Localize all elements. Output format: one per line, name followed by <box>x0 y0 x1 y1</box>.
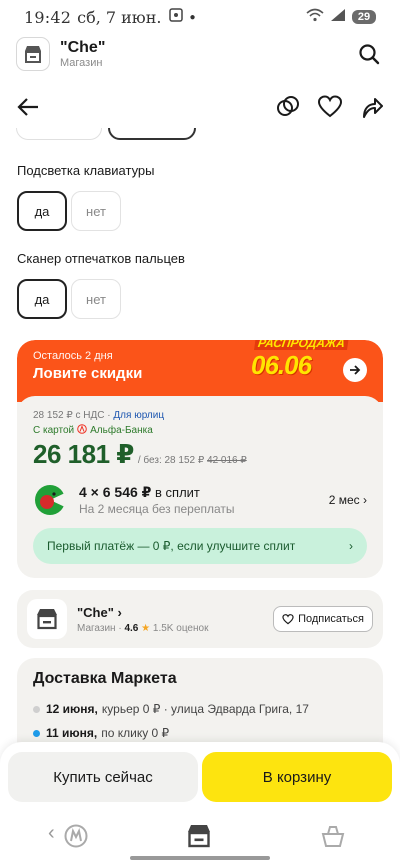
market-logo-icon <box>64 824 88 848</box>
bottom-nav: ‹ <box>0 822 400 854</box>
old-price: 42 016 ₽ <box>207 455 247 466</box>
delivery-text: курьер 0 ₽ · улица Эдварда Грига, 17 <box>101 702 309 716</box>
store-icon <box>188 825 210 848</box>
heart-icon <box>282 613 294 624</box>
sale-badge-date: 06.06 <box>251 350 312 380</box>
delivery-option[interactable]: 11 июня, по клику 0 ₽ <box>33 726 367 740</box>
compare-button[interactable] <box>274 93 302 121</box>
split-period-selector[interactable]: 2 мес › <box>329 493 367 507</box>
option-chip[interactable] <box>16 128 102 140</box>
status-bar: 19:42 сб, 7 июн. ● 29 <box>0 0 400 34</box>
status-date: сб, 7 июн. <box>77 7 162 27</box>
split-suffix: в сплит <box>155 485 200 500</box>
split-icon <box>35 485 67 515</box>
search-icon <box>359 44 380 65</box>
seller-rating: 4.6 <box>124 622 139 634</box>
sale-badge: РАСПРОДАЖА 06.06 <box>251 340 349 390</box>
buy-now-button[interactable]: Купить сейчас <box>8 752 198 802</box>
delivery-date: 12 июня, <box>46 702 98 716</box>
notification-dot-icon: ● <box>189 11 196 23</box>
subscribe-button[interactable]: Подписаться <box>273 606 373 632</box>
price-without-card: / без: 28 152 ₽ <box>137 455 205 466</box>
seller-reviews: 1.5K оценок <box>152 622 209 634</box>
card-label: С картой <box>33 425 75 436</box>
option-chip-no[interactable]: нет <box>71 191 121 231</box>
shop-subtitle: Магазин <box>60 56 103 69</box>
star-icon: ★ <box>141 622 151 634</box>
promo-banner[interactable]: Осталось 2 дня Ловите скидки РАСПРОДАЖА … <box>17 340 383 402</box>
screenshot-icon <box>169 8 184 26</box>
scrolled-option-chips <box>16 128 400 144</box>
option-chip-yes[interactable]: да <box>17 191 67 231</box>
split-upgrade-banner[interactable]: Первый платёж — 0 ₽, если улучшите сплит… <box>33 528 367 564</box>
option-chips-backlight: да нет <box>17 191 121 231</box>
nav-cart-button[interactable] <box>320 824 346 853</box>
nav-market-button[interactable] <box>64 824 88 853</box>
option-chips-fingerprint: да нет <box>17 279 121 319</box>
delivery-title: Доставка Маркета <box>33 670 177 687</box>
seller-logo <box>27 599 67 639</box>
split-subtitle: На 2 месяца без переплаты <box>79 502 235 516</box>
add-to-cart-button[interactable]: В корзину <box>202 752 392 802</box>
store-icon <box>25 46 41 63</box>
favorite-button[interactable] <box>316 93 344 121</box>
shop-name[interactable]: "Che" <box>60 39 105 57</box>
delivery-date: 11 июня, <box>46 726 98 740</box>
split-amount: 4 × 6 546 ₽ <box>79 484 152 500</box>
nav-shop-button[interactable] <box>186 824 212 853</box>
search-button[interactable] <box>354 39 384 69</box>
option-title-fingerprint: Сканер отпечатков пальцев <box>17 251 185 266</box>
arrow-left-icon <box>17 98 38 116</box>
subscribe-label: Подписаться <box>298 613 364 625</box>
seller-card[interactable]: "Che" › Магазин · 4.6 ★ 1.5K оценок Подп… <box>17 590 383 648</box>
split-payment-row[interactable]: 4 × 6 546 ₽ в сплит На 2 месяца без пере… <box>33 482 367 518</box>
nav-back-chevron-icon[interactable]: ‹ <box>48 822 55 845</box>
seller-type: Магазин · <box>77 622 122 634</box>
sale-badge-label: РАСПРОДАЖА <box>254 340 349 350</box>
cart-icon <box>321 826 345 847</box>
share-button[interactable] <box>358 93 386 121</box>
status-time: 19:42 <box>24 7 72 27</box>
share-icon <box>363 98 383 118</box>
heart-icon <box>317 95 343 118</box>
product-action-bar <box>0 86 400 128</box>
chevron-right-icon: › <box>349 539 353 553</box>
back-button[interactable] <box>14 93 42 121</box>
wifi-icon <box>306 8 324 26</box>
compare-icon <box>277 96 299 116</box>
price-body: 28 152 ₽ с НДС · Для юрлиц С картой Альф… <box>17 396 383 578</box>
shop-header: "Che" Магазин <box>0 34 400 74</box>
delivery-dot-icon <box>33 729 40 737</box>
seller-name[interactable]: "Che" › <box>77 605 208 620</box>
split-banner-text: Первый платёж — 0 ₽, если улучшите сплит <box>47 539 296 553</box>
vat-price: 28 152 ₽ с НДС <box>33 410 105 421</box>
legal-entities-link[interactable]: Для юрлиц <box>113 410 164 421</box>
signal-icon <box>330 8 346 26</box>
shop-logo[interactable] <box>16 37 50 71</box>
delivery-text: по клику 0 ₽ <box>101 726 170 740</box>
option-chip-selected[interactable] <box>108 128 196 140</box>
option-chip-no[interactable]: нет <box>71 279 121 319</box>
delivery-dot-icon <box>33 705 40 713</box>
bank-name: Альфа-Банка <box>90 425 153 436</box>
battery-indicator: 29 <box>352 10 376 24</box>
price-card: Осталось 2 дня Ловите скидки РАСПРОДАЖА … <box>17 340 383 578</box>
alfa-bank-icon <box>77 424 87 437</box>
store-icon <box>37 609 57 630</box>
promo-arrow-button[interactable] <box>343 358 367 382</box>
delivery-option[interactable]: 12 июня, курьер 0 ₽ · улица Эдварда Григ… <box>33 702 367 716</box>
bottom-action-sheet: Купить сейчас В корзину ‹ <box>0 742 400 867</box>
card-price: 26 181 ₽ <box>33 439 134 469</box>
option-title-backlight: Подсветка клавиатуры <box>17 163 155 178</box>
home-indicator[interactable] <box>130 856 270 860</box>
arrow-right-icon <box>350 365 361 375</box>
option-chip-yes[interactable]: да <box>17 279 67 319</box>
